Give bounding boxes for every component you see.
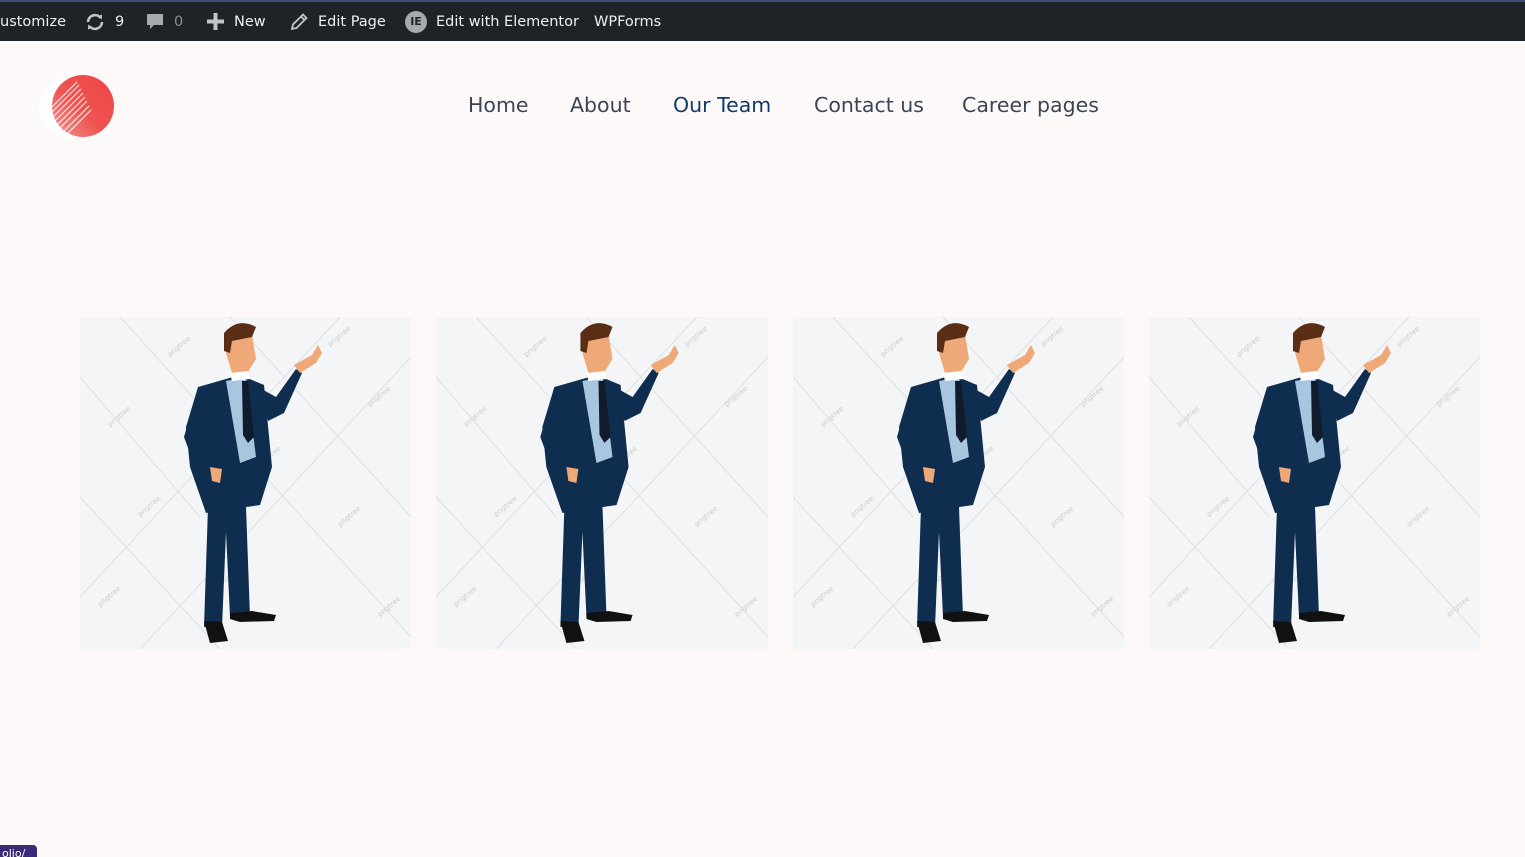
wpforms-label: WPForms bbox=[594, 13, 662, 30]
plus-icon bbox=[206, 12, 225, 31]
team-member-image[interactable]: pngtree pngtree pngtree pngtree pngtree pngtr… bbox=[1149, 317, 1480, 649]
watermark-text: pngtree bbox=[879, 335, 905, 359]
updates-link[interactable]: 9 bbox=[84, 2, 124, 41]
watermark-text: pngtree bbox=[809, 585, 835, 609]
watermark-text: pngtree bbox=[1435, 385, 1461, 409]
customize-label: ustomize bbox=[0, 13, 66, 30]
watermark-text: pngtree bbox=[1165, 585, 1191, 609]
watermark-text: pngtree bbox=[336, 505, 362, 529]
nav-about[interactable]: About bbox=[570, 93, 631, 117]
watermark-text: pngtree bbox=[462, 404, 489, 428]
watermark-text: pngtree bbox=[732, 594, 759, 618]
bottom-corner-tab[interactable]: olio/ bbox=[0, 845, 37, 857]
watermark-text: pngtree bbox=[106, 405, 132, 429]
watermark-text: pngtree bbox=[1205, 495, 1231, 519]
comment-icon bbox=[145, 12, 165, 32]
team-member-image[interactable]: pngtree pngtree pngtree pngtree pngtree pngtr… bbox=[793, 317, 1124, 649]
comments-link[interactable]: 0 bbox=[145, 2, 183, 41]
watermark-text: pngtree bbox=[1079, 385, 1105, 409]
watermark-text: pngtree bbox=[366, 385, 392, 409]
watermark-text: pngtree bbox=[166, 335, 192, 359]
watermark-text: pngtree bbox=[492, 494, 519, 518]
primary-nav: Home About Our Team Contact us Career pa… bbox=[0, 93, 1525, 121]
watermark-text: pngtree bbox=[136, 495, 162, 519]
nav-our-team[interactable]: Our Team bbox=[673, 93, 771, 117]
nav-contact-us[interactable]: Contact us bbox=[814, 93, 924, 117]
team-member-image[interactable]: pngtree pngtree pngtree pngtree pngtree pngtr… bbox=[436, 317, 768, 649]
elementor-icon: IE bbox=[405, 10, 427, 33]
edit-page-link[interactable]: Edit Page bbox=[290, 2, 386, 41]
pencil-icon bbox=[290, 12, 309, 31]
new-label: New bbox=[234, 13, 266, 30]
elementor-label: Edit with Elementor bbox=[436, 13, 579, 30]
watermark-text: pngtree bbox=[96, 585, 122, 609]
comments-count: 0 bbox=[174, 13, 184, 30]
watermark-text: pngtree bbox=[1049, 505, 1075, 529]
admin-bar: ustomize 9 0 New Edit Page IE Edit with … bbox=[0, 0, 1525, 41]
watermark-text: pngtree bbox=[1175, 405, 1201, 429]
updates-count: 9 bbox=[115, 13, 125, 30]
watermark-text: pngtree bbox=[722, 384, 749, 408]
watermark-text: pngtree bbox=[819, 405, 845, 429]
watermark-text: pngtree bbox=[1445, 595, 1471, 619]
edit-page-label: Edit Page bbox=[318, 13, 386, 30]
team-member-image[interactable]: pngtree pngtree pngtree pngtree pngtree pngtr… bbox=[80, 317, 411, 649]
watermark-text: pngtree bbox=[1235, 335, 1261, 359]
customize-link[interactable]: ustomize bbox=[0, 2, 66, 41]
watermark-text: pngtree bbox=[452, 584, 479, 608]
watermark-text: pngtree bbox=[1405, 505, 1431, 529]
watermark-text: pngtree bbox=[849, 495, 875, 519]
wpforms-link[interactable]: WPForms bbox=[594, 2, 661, 41]
edit-with-elementor-link[interactable]: IE Edit with Elementor bbox=[405, 2, 579, 41]
nav-career-pages[interactable]: Career pages bbox=[962, 93, 1099, 117]
watermark-text: pngtree bbox=[1089, 595, 1115, 619]
watermark-text: pngtree bbox=[376, 595, 402, 619]
corner-tab-label: olio/ bbox=[2, 847, 26, 857]
watermark-text: pngtree bbox=[692, 504, 719, 528]
refresh-icon bbox=[84, 13, 106, 31]
new-content-link[interactable]: New bbox=[206, 2, 266, 41]
watermark-text: pngtree bbox=[522, 334, 549, 358]
nav-home[interactable]: Home bbox=[468, 93, 529, 117]
